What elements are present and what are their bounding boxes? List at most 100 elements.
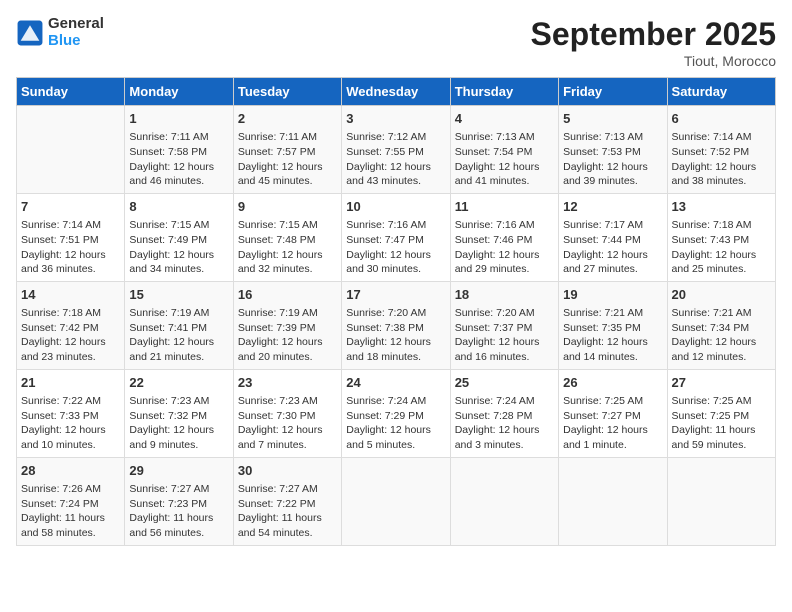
calendar-cell: 10 Sunrise: 7:16 AM Sunset: 7:47 PM Dayli… (342, 193, 450, 281)
logo: General Blue (16, 16, 104, 49)
day-info: Sunrise: 7:17 AM Sunset: 7:44 PM Dayligh… (563, 218, 662, 277)
calendar-cell: 7Sunrise: 7:14 AM Sunset: 7:51 PM Daylig… (17, 193, 125, 281)
day-info: Sunrise: 7:25 AM Sunset: 7:27 PM Dayligh… (563, 394, 662, 453)
page-header: General Blue September 2025 Tiout, Moroc… (16, 16, 776, 69)
day-number: 9 (238, 198, 337, 216)
day-number: 15 (129, 286, 228, 304)
calendar-cell: 21 Sunrise: 7:22 AM Sunset: 7:33 PM Dayli… (17, 369, 125, 457)
calendar-cell: 25Sunrise: 7:24 AM Sunset: 7:28 PM Dayli… (450, 369, 558, 457)
calendar-cell: 22 Sunrise: 7:23 AM Sunset: 7:32 PM Dayli… (125, 369, 233, 457)
day-info: Sunrise: 7:21 AM Sunset: 7:35 PM Dayligh… (563, 306, 662, 365)
weekday-row: SundayMondayTuesdayWednesdayThursdayFrid… (17, 78, 776, 106)
calendar-cell: 16 Sunrise: 7:19 AM Sunset: 7:39 PM Dayli… (233, 281, 341, 369)
day-number: 20 (672, 286, 771, 304)
weekday-header: Thursday (450, 78, 558, 106)
day-info: Sunrise: 7:19 AM Sunset: 7:41 PM Dayligh… (129, 306, 228, 365)
day-info: Sunrise: 7:14 AM Sunset: 7:52 PM Dayligh… (672, 130, 771, 189)
day-number: 12 (563, 198, 662, 216)
day-info: Sunrise: 7:11 AM Sunset: 7:58 PM Dayligh… (129, 130, 228, 189)
day-number: 3 (346, 110, 445, 128)
calendar-table: SundayMondayTuesdayWednesdayThursdayFrid… (16, 77, 776, 546)
weekday-header: Wednesday (342, 78, 450, 106)
day-info: Sunrise: 7:16 AM Sunset: 7:46 PM Dayligh… (455, 218, 554, 277)
logo-line1: General (48, 16, 104, 33)
day-info: Sunrise: 7:23 AM Sunset: 7:32 PM Dayligh… (129, 394, 228, 453)
calendar-cell: 13 Sunrise: 7:18 AM Sunset: 7:43 PM Dayli… (667, 193, 775, 281)
day-info: Sunrise: 7:19 AM Sunset: 7:39 PM Dayligh… (238, 306, 337, 365)
day-info: Sunrise: 7:27 AM Sunset: 7:23 PM Dayligh… (129, 482, 228, 541)
day-info: Sunrise: 7:14 AM Sunset: 7:51 PM Dayligh… (21, 218, 120, 277)
day-number: 8 (129, 198, 228, 216)
calendar-cell: 3 Sunrise: 7:12 AM Sunset: 7:55 PM Daylig… (342, 106, 450, 194)
weekday-header: Saturday (667, 78, 775, 106)
calendar-cell: 9 Sunrise: 7:15 AM Sunset: 7:48 PM Daylig… (233, 193, 341, 281)
day-number: 29 (129, 462, 228, 480)
calendar-cell: 11Sunrise: 7:16 AM Sunset: 7:46 PM Dayli… (450, 193, 558, 281)
day-info: Sunrise: 7:13 AM Sunset: 7:53 PM Dayligh… (563, 130, 662, 189)
day-number: 26 (563, 374, 662, 392)
day-info: Sunrise: 7:20 AM Sunset: 7:38 PM Dayligh… (346, 306, 445, 365)
calendar-cell: 6Sunrise: 7:14 AM Sunset: 7:52 PM Daylig… (667, 106, 775, 194)
title-block: September 2025 Tiout, Morocco (531, 16, 776, 69)
day-info: Sunrise: 7:18 AM Sunset: 7:42 PM Dayligh… (21, 306, 120, 365)
day-number: 4 (455, 110, 554, 128)
calendar-cell: 2 Sunrise: 7:11 AM Sunset: 7:57 PM Daylig… (233, 106, 341, 194)
day-info: Sunrise: 7:12 AM Sunset: 7:55 PM Dayligh… (346, 130, 445, 189)
calendar-cell: 18 Sunrise: 7:20 AM Sunset: 7:37 PM Dayli… (450, 281, 558, 369)
day-number: 25 (455, 374, 554, 392)
weekday-header: Friday (559, 78, 667, 106)
calendar-week-row: 1 Sunrise: 7:11 AM Sunset: 7:58 PM Daylig… (17, 106, 776, 194)
day-number: 30 (238, 462, 337, 480)
day-info: Sunrise: 7:15 AM Sunset: 7:48 PM Dayligh… (238, 218, 337, 277)
calendar-cell: 8 Sunrise: 7:15 AM Sunset: 7:49 PM Daylig… (125, 193, 233, 281)
calendar-cell: 15 Sunrise: 7:19 AM Sunset: 7:41 PM Dayli… (125, 281, 233, 369)
day-number: 10 (346, 198, 445, 216)
day-number: 17 (346, 286, 445, 304)
calendar-cell (667, 457, 775, 545)
calendar-cell: 30 Sunrise: 7:27 AM Sunset: 7:22 PM Dayli… (233, 457, 341, 545)
day-number: 5 (563, 110, 662, 128)
calendar-cell: 20 Sunrise: 7:21 AM Sunset: 7:34 PM Dayli… (667, 281, 775, 369)
calendar-cell: 23Sunrise: 7:23 AM Sunset: 7:30 PM Dayli… (233, 369, 341, 457)
weekday-header: Monday (125, 78, 233, 106)
calendar-cell: 26 Sunrise: 7:25 AM Sunset: 7:27 PM Dayli… (559, 369, 667, 457)
day-info: Sunrise: 7:13 AM Sunset: 7:54 PM Dayligh… (455, 130, 554, 189)
calendar-cell: 27Sunrise: 7:25 AM Sunset: 7:25 PM Dayli… (667, 369, 775, 457)
day-info: Sunrise: 7:21 AM Sunset: 7:34 PM Dayligh… (672, 306, 771, 365)
day-info: Sunrise: 7:16 AM Sunset: 7:47 PM Dayligh… (346, 218, 445, 277)
day-number: 2 (238, 110, 337, 128)
calendar-week-row: 21 Sunrise: 7:22 AM Sunset: 7:33 PM Dayli… (17, 369, 776, 457)
day-number: 14 (21, 286, 120, 304)
day-info: Sunrise: 7:18 AM Sunset: 7:43 PM Dayligh… (672, 218, 771, 277)
day-number: 24 (346, 374, 445, 392)
calendar-header: SundayMondayTuesdayWednesdayThursdayFrid… (17, 78, 776, 106)
day-number: 21 (21, 374, 120, 392)
day-info: Sunrise: 7:20 AM Sunset: 7:37 PM Dayligh… (455, 306, 554, 365)
calendar-subtitle: Tiout, Morocco (531, 53, 776, 69)
day-info: Sunrise: 7:22 AM Sunset: 7:33 PM Dayligh… (21, 394, 120, 453)
day-info: Sunrise: 7:24 AM Sunset: 7:29 PM Dayligh… (346, 394, 445, 453)
calendar-week-row: 14 Sunrise: 7:18 AM Sunset: 7:42 PM Dayli… (17, 281, 776, 369)
calendar-cell: 12 Sunrise: 7:17 AM Sunset: 7:44 PM Dayli… (559, 193, 667, 281)
day-number: 28 (21, 462, 120, 480)
day-number: 16 (238, 286, 337, 304)
logo-icon (16, 19, 44, 47)
day-info: Sunrise: 7:25 AM Sunset: 7:25 PM Dayligh… (672, 394, 771, 453)
calendar-cell: 14 Sunrise: 7:18 AM Sunset: 7:42 PM Dayli… (17, 281, 125, 369)
calendar-cell (559, 457, 667, 545)
day-info: Sunrise: 7:15 AM Sunset: 7:49 PM Dayligh… (129, 218, 228, 277)
calendar-week-row: 28Sunrise: 7:26 AM Sunset: 7:24 PM Dayli… (17, 457, 776, 545)
day-info: Sunrise: 7:11 AM Sunset: 7:57 PM Dayligh… (238, 130, 337, 189)
day-number: 22 (129, 374, 228, 392)
calendar-cell: 5 Sunrise: 7:13 AM Sunset: 7:53 PM Daylig… (559, 106, 667, 194)
day-number: 19 (563, 286, 662, 304)
day-number: 1 (129, 110, 228, 128)
calendar-cell (342, 457, 450, 545)
day-number: 18 (455, 286, 554, 304)
logo-line2: Blue (48, 33, 104, 50)
weekday-header: Tuesday (233, 78, 341, 106)
calendar-cell (17, 106, 125, 194)
day-number: 13 (672, 198, 771, 216)
calendar-cell: 29 Sunrise: 7:27 AM Sunset: 7:23 PM Dayli… (125, 457, 233, 545)
day-info: Sunrise: 7:27 AM Sunset: 7:22 PM Dayligh… (238, 482, 337, 541)
